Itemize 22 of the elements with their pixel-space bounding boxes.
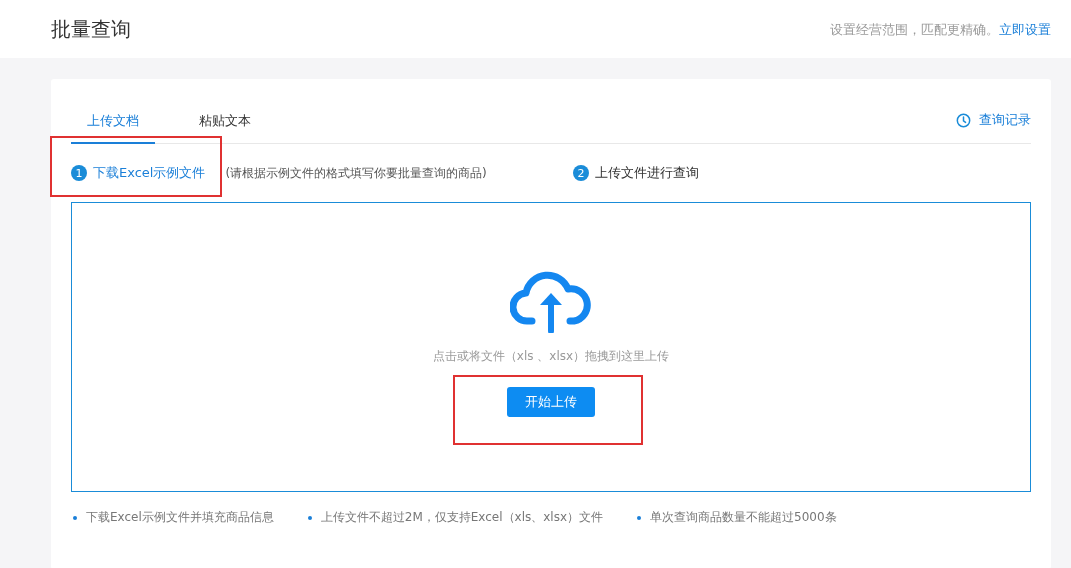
step-number: 2: [573, 165, 589, 181]
clock-icon: [956, 112, 971, 128]
page-title: 批量查询: [51, 15, 131, 43]
tab[interactable]: 粘贴文本: [183, 112, 267, 144]
note-text: 单次查询商品数量不能超过5000条: [650, 509, 837, 526]
note-text: 下载Excel示例文件并填充商品信息: [86, 509, 274, 526]
step-note: (请根据示例文件的格式填写你要批量查询的商品): [225, 164, 487, 182]
step-label: 上传文件进行查询: [595, 164, 699, 182]
drop-hint: 点击或将文件（xls 、xlsx）拖拽到这里上传: [432, 348, 670, 365]
start-upload-button[interactable]: 开始上传: [507, 387, 595, 417]
note-text: 上传文件不超过2M，仅支持Excel（xls、xlsx）文件: [320, 509, 604, 526]
settings-link[interactable]: 立即设置: [999, 22, 1051, 37]
bullet-dot: [73, 515, 77, 520]
bullet-dot: [307, 515, 312, 520]
history-link[interactable]: 查询记录: [979, 111, 1031, 129]
step-number: 1: [71, 165, 87, 181]
tab[interactable]: 上传文档: [71, 112, 155, 144]
bullet-dot: [637, 515, 642, 520]
scope-hint: 设置经营范围，匹配更精确。: [830, 22, 999, 37]
cloud-upload-icon: [510, 269, 592, 333]
upload-dropzone[interactable]: 点击或将文件（xls 、xlsx）拖拽到这里上传 开始上传: [71, 202, 1031, 492]
sample-download-link[interactable]: 下载Excel示例文件: [93, 164, 206, 182]
